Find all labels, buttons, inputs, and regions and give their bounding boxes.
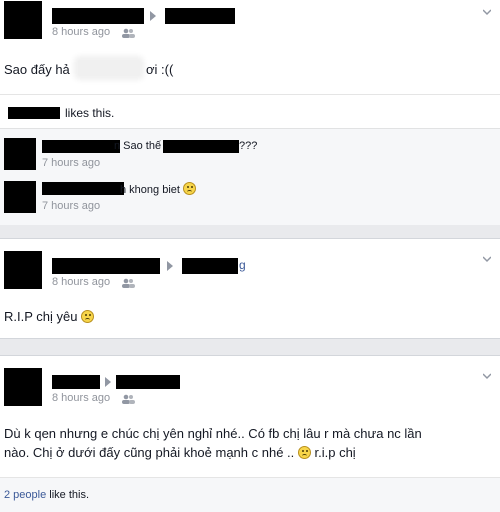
comment-text-prefix: n Sao thế b bbox=[114, 140, 171, 152]
author-avatar[interactable] bbox=[4, 1, 42, 39]
likes-summary: 2 people like this. bbox=[4, 489, 89, 501]
post-timestamp[interactable]: 8 hours ago bbox=[52, 392, 110, 404]
likes-count-link[interactable]: 2 people bbox=[4, 489, 46, 501]
post-message-line2-prefix: nào. Chị ở dưới đấy cũng phải khoẻ mạnh … bbox=[4, 445, 295, 460]
post-message-line2: nào. Chị ở dưới đấy cũng phải khoẻ mạnh … bbox=[4, 445, 356, 460]
comment-timestamp[interactable]: 7 hours ago bbox=[42, 200, 100, 212]
liker-name-redacted[interactable] bbox=[8, 107, 60, 119]
target-name-fragment[interactable]: g bbox=[239, 258, 246, 272]
post-timestamp[interactable]: 8 hours ago bbox=[52, 26, 110, 38]
author-name-redacted[interactable] bbox=[52, 375, 100, 389]
comment-text-body: h khong biet bbox=[120, 184, 180, 196]
author-name-redacted[interactable] bbox=[52, 8, 144, 24]
comment-name-redacted bbox=[163, 140, 239, 153]
commenter-avatar[interactable] bbox=[4, 181, 36, 213]
comment-text-suffix: ??? bbox=[239, 140, 258, 152]
author-name-redacted[interactable] bbox=[52, 258, 160, 274]
target-name-redacted[interactable] bbox=[182, 258, 238, 274]
post-message-prefix: Sao đấy hả bbox=[4, 62, 70, 77]
chevron-down-icon[interactable] bbox=[483, 255, 491, 263]
likes-row: likes this. bbox=[0, 94, 500, 129]
share-arrow-icon bbox=[105, 377, 111, 387]
friends-icon[interactable] bbox=[121, 278, 135, 288]
share-arrow-icon bbox=[167, 261, 173, 271]
feed-post: 8 hours ago Sao đấy hả ơi :(( likes this… bbox=[0, 0, 500, 225]
commenter-name-redacted[interactable] bbox=[42, 182, 124, 195]
friends-icon[interactable] bbox=[121, 28, 135, 38]
post-message-line1: Dù k qen nhưng e chúc chị yên nghỉ nhé..… bbox=[4, 426, 422, 441]
chevron-down-icon[interactable] bbox=[483, 8, 491, 16]
post-message-line2-suffix: r.i.p chị bbox=[314, 445, 356, 460]
target-name-redacted[interactable] bbox=[165, 8, 235, 24]
likes-suffix: like this. bbox=[49, 489, 90, 501]
comment-timestamp[interactable]: 7 hours ago bbox=[42, 157, 100, 169]
feed-post: 8 hours ago Dù k qen nhưng e chúc chị yê… bbox=[0, 355, 500, 512]
post-timestamp[interactable]: 8 hours ago bbox=[52, 276, 110, 288]
author-avatar[interactable] bbox=[4, 251, 42, 289]
frown-emoji-icon bbox=[81, 310, 95, 323]
comments-section: n Sao thế b ??? 7 hours ago h khong biet… bbox=[0, 128, 500, 225]
chevron-down-icon[interactable] bbox=[483, 372, 491, 380]
frown-emoji-icon bbox=[297, 446, 311, 459]
likes-row: 2 people like this. bbox=[0, 477, 500, 512]
post-message-body: R.I.P chị yêu bbox=[4, 309, 78, 324]
author-avatar[interactable] bbox=[4, 368, 42, 406]
commenter-avatar[interactable] bbox=[4, 138, 36, 170]
post-message: R.I.P chị yêu bbox=[4, 309, 95, 324]
post-message-suffix: ơi :(( bbox=[146, 62, 174, 77]
comment-text: h khong biet bbox=[120, 182, 196, 196]
frown-emoji-icon bbox=[183, 182, 196, 195]
likes-text: likes this. bbox=[65, 106, 115, 120]
target-name-redacted[interactable] bbox=[116, 375, 180, 389]
name-blurred bbox=[78, 60, 140, 76]
friends-icon[interactable] bbox=[121, 394, 135, 404]
commenter-name-redacted[interactable] bbox=[42, 140, 120, 153]
feed-post: g 8 hours ago R.I.P chị yêu bbox=[0, 238, 500, 339]
share-arrow-icon bbox=[150, 11, 156, 21]
